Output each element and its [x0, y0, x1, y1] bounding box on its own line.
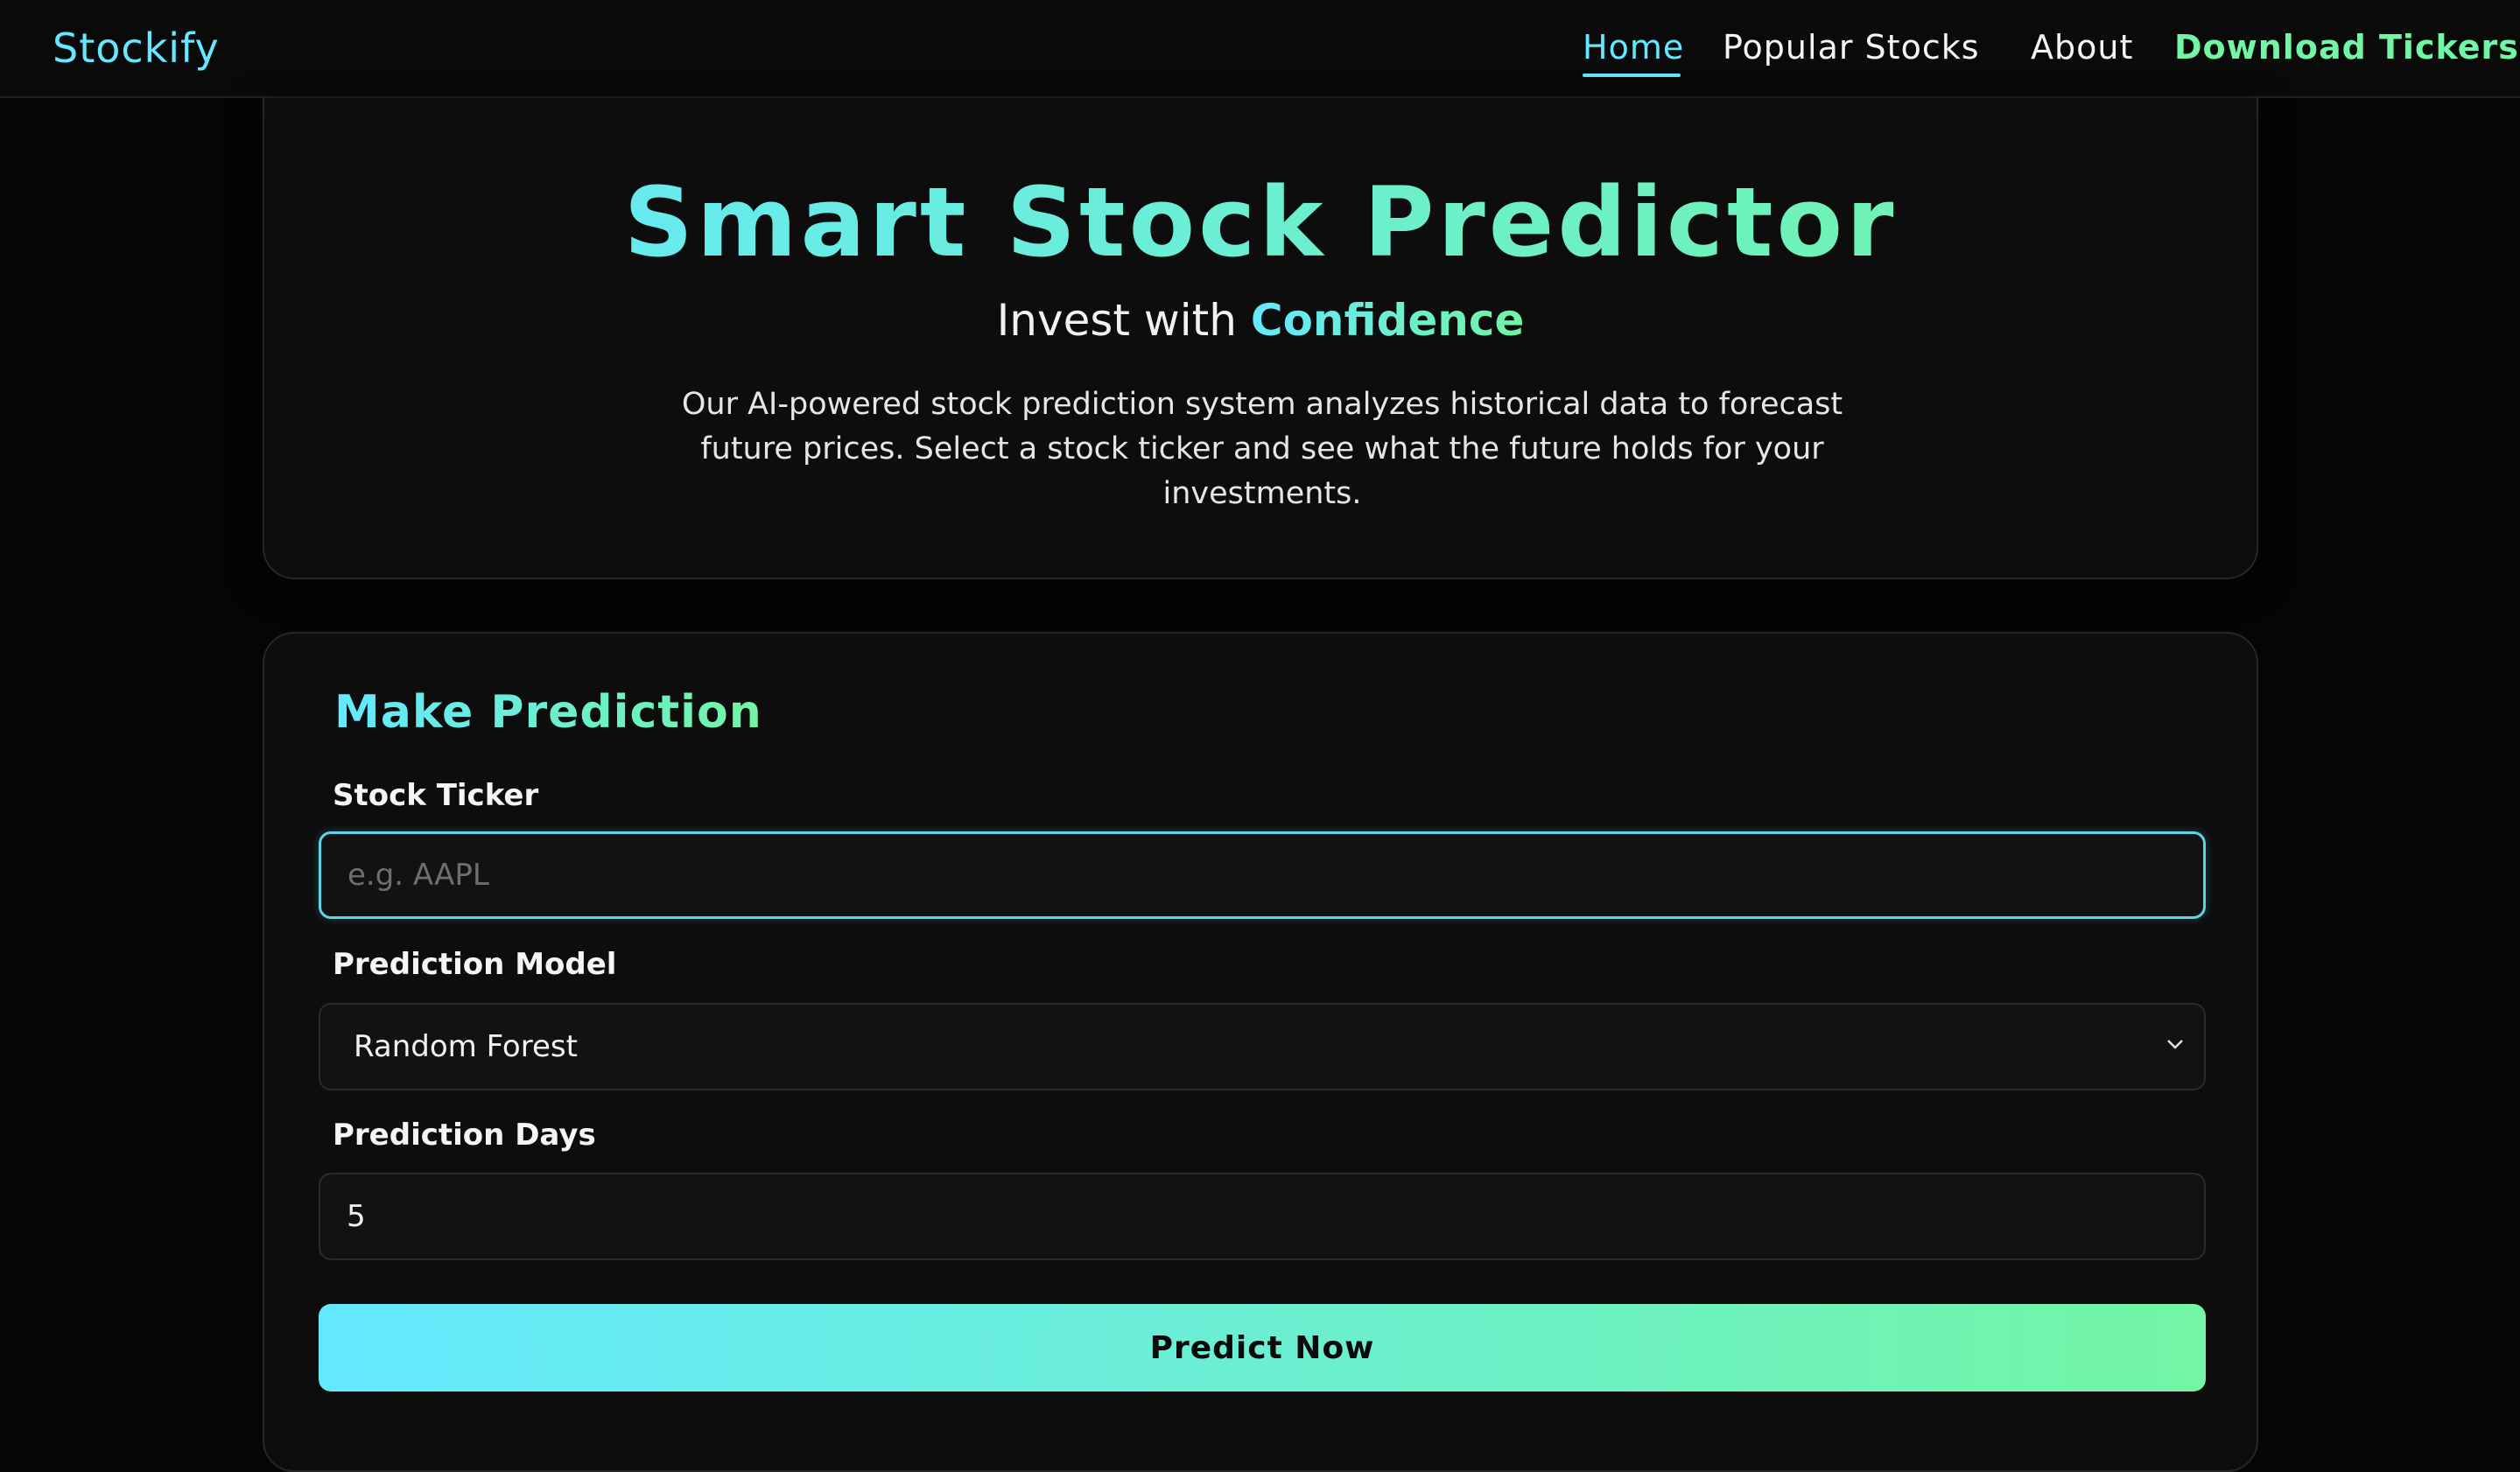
stock-ticker-input[interactable]	[319, 831, 2206, 919]
prediction-model-selected-value: Random Forest	[354, 1029, 578, 1064]
top-navbar: Stockify Home Popular Stocks About Downl…	[0, 0, 2520, 98]
nav-home-link[interactable]: Home	[1583, 28, 1684, 67]
hero-subtitle: Invest with Confidence	[264, 295, 2257, 346]
prediction-model-select[interactable]: Random Forest	[319, 1003, 2206, 1090]
hero-card: Smart Stock Predictor Invest with Confid…	[263, 98, 2258, 579]
nav-about-link[interactable]: About	[2031, 28, 2133, 67]
prediction-days-input[interactable]	[319, 1173, 2206, 1260]
hero-title: Smart Stock Predictor	[264, 166, 2257, 278]
prediction-days-label: Prediction Days	[333, 1118, 596, 1153]
brand-logo[interactable]: Stockify	[53, 25, 220, 72]
active-nav-indicator	[1583, 74, 1681, 77]
prediction-form-card: Make Prediction Stock Ticker Prediction …	[263, 632, 2258, 1472]
hero-description: Our AI-powered stock prediction system a…	[681, 387, 1843, 511]
form-title: Make Prediction	[334, 686, 762, 739]
hero-subtitle-prefix: Invest with	[996, 295, 1251, 346]
stock-ticker-label: Stock Ticker	[333, 778, 539, 813]
nav-popular-stocks-link[interactable]: Popular Stocks	[1723, 28, 1980, 67]
chevron-down-icon	[2162, 1031, 2188, 1057]
hero-subtitle-accent: Confidence	[1250, 295, 1525, 346]
predict-now-button[interactable]: Predict Now	[319, 1304, 2206, 1391]
prediction-model-label: Prediction Model	[333, 947, 617, 982]
nav-download-tickers-link[interactable]: Download Tickers	[2174, 28, 2519, 67]
